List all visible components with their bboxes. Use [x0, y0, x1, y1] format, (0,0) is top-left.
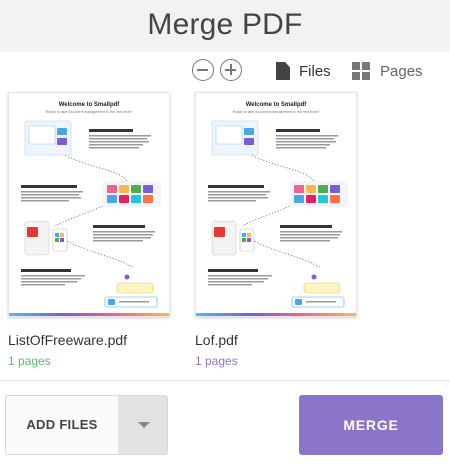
files-view-label: Files — [299, 62, 331, 80]
page-title: Merge PDF — [147, 8, 303, 41]
file-thumbnail-card[interactable]: Welcome to Smallpdf Ready to take docume… — [195, 92, 357, 317]
file-name: ListOfFreeware.pdf — [8, 332, 128, 348]
thumbnail-preview — [21, 120, 161, 308]
merge-button[interactable]: MERGE — [299, 395, 443, 455]
header-bar: Merge PDF — [0, 0, 450, 52]
file-name: Lof.pdf — [195, 332, 238, 348]
grid-icon — [352, 62, 370, 80]
add-files-button-group: ADD FILES — [5, 395, 168, 455]
file-thumbnail-card[interactable]: Welcome to Smallpdf Ready to take docume… — [8, 92, 170, 317]
pages-view-label: Pages — [380, 62, 423, 80]
page-count: 1 pages — [195, 354, 238, 368]
add-files-button[interactable]: ADD FILES — [6, 396, 118, 454]
file-icon — [276, 62, 290, 80]
thumbnail-preview — [208, 120, 348, 308]
pages-view-toggle[interactable]: Pages — [352, 60, 423, 82]
zoom-out-icon[interactable] — [192, 59, 214, 81]
add-files-dropdown-button[interactable] — [118, 396, 167, 454]
divider — [0, 380, 450, 381]
files-view-toggle[interactable]: Files — [276, 60, 331, 82]
page-count: 1 pages — [8, 354, 51, 368]
zoom-in-icon[interactable] — [220, 59, 242, 81]
thumbnail-color-bar — [196, 313, 356, 316]
thumbnail-color-bar — [9, 313, 169, 316]
